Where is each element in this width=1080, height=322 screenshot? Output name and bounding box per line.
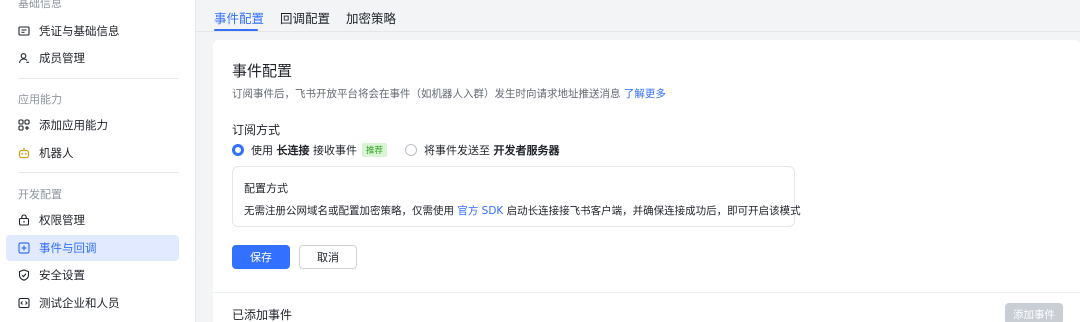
sidebar-item-permissions[interactable]: 权限管理 xyxy=(6,207,179,233)
tab-event-config[interactable]: 事件配置 xyxy=(214,8,264,27)
shield-icon xyxy=(18,269,30,281)
sidebar-item-label: 权限管理 xyxy=(39,213,85,227)
sidebar-item-label: 安全设置 xyxy=(39,268,85,282)
sidebar-item-bot[interactable]: 机器人 xyxy=(6,140,179,166)
id-card-icon xyxy=(18,25,30,37)
long-connection-label[interactable]: 使用 长连接 接收事件 xyxy=(251,142,357,158)
sidebar-group-capability: 应用能力 xyxy=(18,93,62,106)
tab-bar: 事件配置 回调配置 加密策略 xyxy=(196,0,1080,32)
sidebar-item-label: 添加应用能力 xyxy=(39,118,108,132)
recommend-badge: 推荐 xyxy=(362,143,388,157)
lock-icon xyxy=(18,214,30,226)
added-events-title: 已添加事件 xyxy=(232,308,293,322)
sidebar-item-members[interactable]: 成员管理 xyxy=(6,45,179,71)
sidebar-item-label: 事件与回调 xyxy=(39,241,97,255)
config-text-post: 启动长连接接飞书客户端，并确保连接成功后，即可开启该模式 xyxy=(506,205,801,217)
sidebar-item-credentials[interactable]: 凭证与基础信息 xyxy=(6,18,179,44)
option1-bold: 长连接 xyxy=(276,144,310,157)
page-description: 订阅事件后，飞书开放平台将会在事件（如机器人入群）发生时向请求地址推送消息 了解… xyxy=(232,86,666,101)
tab-encryption[interactable]: 加密策略 xyxy=(346,8,396,27)
robot-icon xyxy=(18,147,30,159)
section-divider xyxy=(213,292,1080,293)
sidebar-item-test-users[interactable]: 测试企业和人员 xyxy=(6,290,179,316)
event-icon xyxy=(18,242,30,254)
sidebar: 基础信息 凭证与基础信息 成员管理 应用能力 添加应用能力 机器人 开发配置 权… xyxy=(0,0,196,322)
subscribe-method-options: 使用 长连接 接收事件 推荐 将事件发送至 开发者服务器 xyxy=(232,142,560,158)
subscribe-method-title: 订阅方式 xyxy=(232,123,281,137)
sidebar-item-add-capability[interactable]: 添加应用能力 xyxy=(6,112,179,138)
sidebar-item-events[interactable]: 事件与回调 xyxy=(6,235,179,261)
sidebar-divider xyxy=(18,172,178,173)
config-method-text: 无需注册公网域名或配置加密策略，仅需使用 官方 SDK 启动长连接接飞书客户端，… xyxy=(244,203,801,218)
tab-active-indicator xyxy=(214,29,258,31)
tab-callback-config[interactable]: 回调配置 xyxy=(280,8,330,27)
add-event-button[interactable]: 添加事件 xyxy=(1005,303,1063,322)
config-method-box: 配置方式 无需注册公网域名或配置加密策略，仅需使用 官方 SDK 启动长连接接飞… xyxy=(232,166,801,227)
long-connection-radio[interactable] xyxy=(232,144,244,156)
option2-pre: 将事件发送至 xyxy=(424,144,491,157)
sidebar-item-security[interactable]: 安全设置 xyxy=(6,262,179,288)
official-sdk-link[interactable]: 官方 SDK xyxy=(457,205,503,217)
page-title: 事件配置 xyxy=(232,62,293,80)
developer-server-label[interactable]: 将事件发送至 开发者服务器 xyxy=(424,142,560,158)
developer-server-radio[interactable] xyxy=(405,144,418,156)
sidebar-item-label: 测试企业和人员 xyxy=(39,296,120,310)
sidebar-group-dev: 开发配置 xyxy=(18,188,62,201)
learn-more-link[interactable]: 了解更多 xyxy=(624,88,666,100)
sidebar-item-label: 机器人 xyxy=(39,146,74,160)
sidebar-divider xyxy=(18,78,178,79)
config-text-pre: 无需注册公网域名或配置加密策略，仅需使用 xyxy=(244,205,454,217)
user-icon xyxy=(18,52,30,64)
description-text: 订阅事件后，飞书开放平台将会在事件（如机器人入群）发生时向请求地址推送消息 xyxy=(232,88,621,100)
cancel-button[interactable]: 取消 xyxy=(299,245,357,269)
sidebar-group-basic: 基础信息 xyxy=(18,0,62,10)
config-method-title: 配置方式 xyxy=(244,182,288,195)
sidebar-item-label: 成员管理 xyxy=(39,51,85,65)
sidebar-item-label: 凭证与基础信息 xyxy=(39,24,120,38)
grid-plus-icon xyxy=(18,119,30,131)
option1-pre: 使用 xyxy=(251,144,273,157)
save-button[interactable]: 保存 xyxy=(232,245,290,269)
option2-bold: 开发者服务器 xyxy=(493,144,560,157)
event-config-card: 事件配置 订阅事件后，飞书开放平台将会在事件（如机器人入群）发生时向请求地址推送… xyxy=(213,40,1080,322)
option1-post: 接收事件 xyxy=(313,144,357,157)
code-box-icon xyxy=(18,297,30,309)
